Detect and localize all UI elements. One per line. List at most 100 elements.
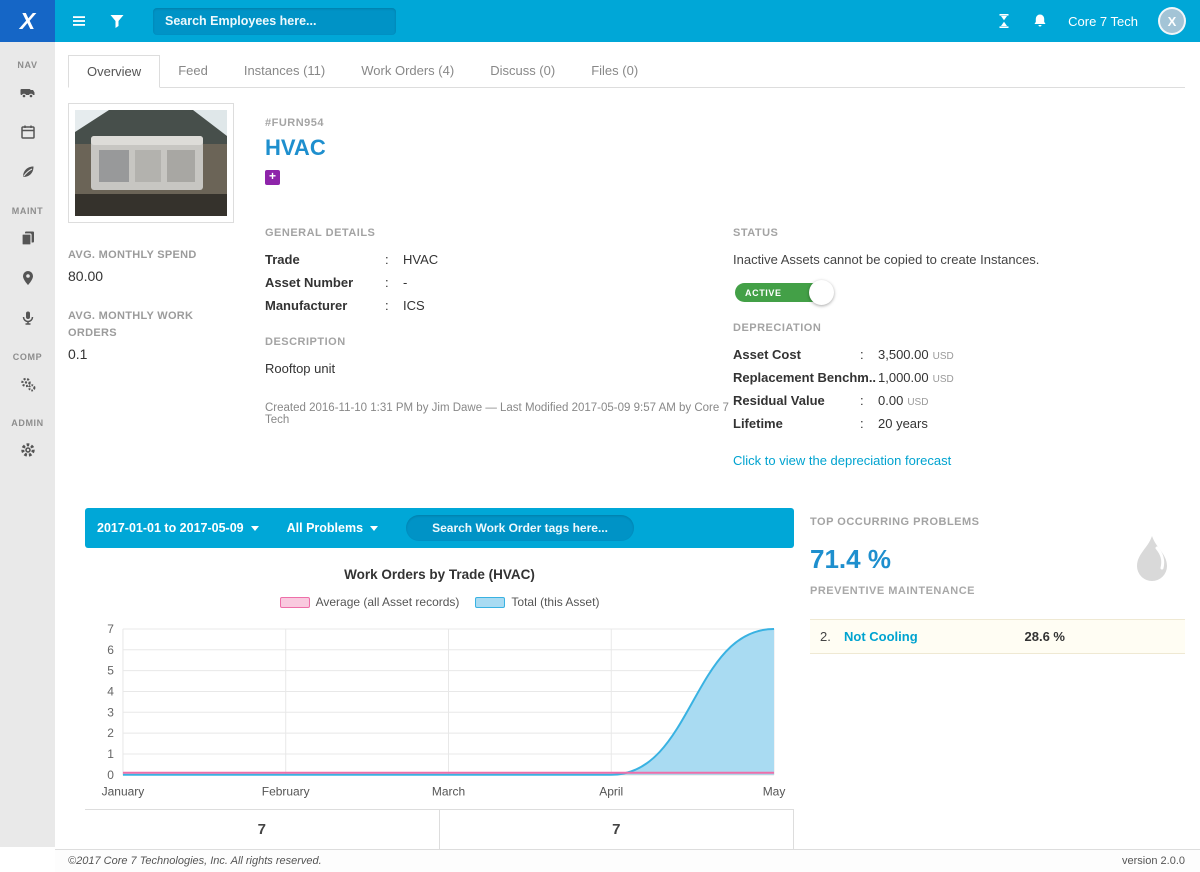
work-orders-area-chart: 0 1 2 3 4 5 6 7 January February March April May [85, 615, 794, 803]
main-content: Overview Feed Instances (11) Work Orders… [55, 42, 1200, 872]
chart-title: Work Orders by Trade (HVAC) [344, 567, 535, 582]
vehicle-icon[interactable] [0, 72, 55, 112]
svg-text:March: March [432, 785, 465, 799]
tab-files[interactable]: Files (0) [573, 55, 656, 88]
depn-row-replacement: Replacement Benchm.. : 1,000.00 USD [733, 370, 954, 385]
depn-row-asset-cost: Asset Cost : 3,500.00 USD [733, 347, 954, 362]
tab-bar: Overview Feed Instances (11) Work Orders… [68, 55, 1185, 88]
app-logo[interactable]: X [0, 0, 55, 42]
stat-value: 0.1 [68, 346, 88, 363]
problem-link[interactable]: Not Cooling [844, 629, 918, 644]
chart-toolbar: 2017-01-01 to 2017-05-09 All Problems [85, 508, 794, 548]
account-name[interactable]: Core 7 Tech [1068, 14, 1138, 29]
created-modified-meta: Created 2016-11-10 1:31 PM by Jim Dawe —… [265, 402, 729, 426]
sidebar-section-admin: ADMIN [11, 418, 44, 428]
notifications-bell-icon[interactable] [1032, 13, 1048, 29]
copyright-text: ©2017 Core 7 Technologies, Inc. All righ… [68, 854, 322, 867]
footer: ©2017 Core 7 Technologies, Inc. All righ… [55, 848, 1200, 872]
hamburger-menu-icon[interactable] [71, 13, 87, 29]
asset-info-section: AVG. MONTHLY SPEND 80.00 AVG. MONTHLY WO… [55, 88, 1200, 470]
topbar: X Core 7 Tech X [0, 0, 1200, 42]
depreciation-heading: DEPRECIATION [733, 322, 822, 334]
asset-tag-icon[interactable] [0, 298, 55, 338]
work-order-tag-search-input[interactable] [406, 515, 635, 541]
detail-row-manufacturer: Manufacturer : ICS [265, 298, 425, 313]
toggle-label: ACTIVE [745, 287, 782, 298]
problem-rank: 2. [820, 629, 831, 644]
general-details-column: GENERAL DETAILS Trade : HVAC Asset Numbe… [265, 227, 733, 470]
topbar-right: Core 7 Tech X [996, 7, 1200, 35]
status-note: Inactive Assets cannot be copied to crea… [733, 252, 1040, 267]
stat-monthly-work-orders: AVG. MONTHLY WORK ORDERS 0.1 [68, 308, 238, 362]
top-problems-panel: TOP OCCURRING PROBLEMS 71.4 % PREVENTIVE… [810, 508, 1185, 654]
general-details-heading: GENERAL DETAILS [265, 227, 376, 239]
employee-search-input[interactable] [153, 7, 396, 35]
tab-instances[interactable]: Instances (11) [226, 55, 343, 88]
active-toggle[interactable]: ACTIVE [735, 280, 834, 305]
stat-value: 80.00 [68, 268, 104, 285]
chart-legend: Average (all Asset records) Total (this … [85, 595, 794, 609]
sidebar-section-maint: MAINT [11, 206, 44, 216]
settings-gear-icon[interactable] [0, 430, 55, 470]
svg-text:February: February [262, 785, 310, 799]
svg-text:0: 0 [107, 768, 114, 782]
copy-documents-icon[interactable] [0, 218, 55, 258]
stat-monthly-spend: AVG. MONTHLY SPEND 80.00 [68, 247, 238, 284]
top-problem-percent: 71.4 % [810, 544, 891, 574]
chevron-down-icon [250, 525, 259, 531]
top-problem-label: PREVENTIVE MAINTENANCE [810, 585, 976, 597]
asset-left-column: AVG. MONTHLY SPEND 80.00 AVG. MONTHLY WO… [68, 103, 265, 470]
stat-label: AVG. MONTHLY WORK ORDERS [68, 310, 194, 340]
legend-swatch-average [279, 596, 310, 608]
svg-text:1: 1 [107, 747, 114, 761]
status-heading: STATUS [733, 227, 779, 239]
calendar-icon[interactable] [0, 112, 55, 152]
sidebar-section-nav: NAV [17, 60, 38, 70]
description-heading: DESCRIPTION [265, 336, 346, 348]
toggle-knob [809, 280, 834, 305]
legend-swatch-total [475, 596, 506, 608]
hourglass-icon[interactable] [996, 13, 1012, 29]
problems-filter-dropdown[interactable]: All Problems [287, 521, 379, 535]
svg-text:6: 6 [107, 643, 114, 657]
filter-funnel-icon[interactable] [109, 13, 125, 29]
flame-icon [1133, 534, 1171, 591]
svg-text:April: April [599, 785, 623, 799]
asset-id: #FURN954 [265, 117, 325, 129]
depn-row-lifetime: Lifetime : 20 years [733, 416, 928, 431]
top-problems-heading: TOP OCCURRING PROBLEMS [810, 516, 980, 528]
svg-text:May: May [763, 785, 786, 799]
app-window: X Core 7 Tech X NAV [0, 0, 1200, 872]
legend-total: Total (this Asset) [475, 595, 599, 609]
sidebar-section-comp: COMP [12, 352, 43, 362]
version-text: version 2.0.0 [1122, 854, 1185, 867]
count-cell: 7 [257, 820, 266, 838]
sidebar: NAV MAINT COMP ADMIN [0, 42, 55, 847]
location-pin-icon[interactable] [0, 258, 55, 298]
components-gears-icon[interactable] [0, 364, 55, 404]
leaf-icon[interactable] [0, 152, 55, 192]
bottom-section: 2017-01-01 to 2017-05-09 All Problems Wo… [55, 508, 1200, 849]
tab-work-orders[interactable]: Work Orders (4) [343, 55, 472, 88]
svg-text:5: 5 [107, 664, 114, 678]
status-column: STATUS Inactive Assets cannot be copied … [733, 227, 1185, 470]
chevron-down-icon [370, 525, 379, 531]
stat-label: AVG. MONTHLY SPEND [68, 249, 197, 261]
add-tag-button[interactable]: + [265, 170, 280, 185]
page-title: HVAC [265, 135, 326, 160]
depreciation-forecast-link[interactable]: Click to view the depreciation forecast [733, 453, 951, 468]
user-avatar[interactable]: X [1158, 7, 1186, 35]
date-range-dropdown[interactable]: 2017-01-01 to 2017-05-09 [97, 521, 259, 535]
tab-discuss[interactable]: Discuss (0) [472, 55, 573, 88]
problem-percent: 28.6 % [1024, 629, 1065, 644]
detail-row-asset-number: Asset Number : - [265, 275, 408, 290]
asset-photo[interactable] [68, 103, 234, 223]
svg-text:January: January [102, 785, 145, 799]
tab-overview[interactable]: Overview [68, 55, 161, 88]
svg-text:7: 7 [107, 622, 114, 636]
work-orders-chart-panel: 2017-01-01 to 2017-05-09 All Problems Wo… [85, 508, 794, 849]
svg-text:3: 3 [107, 705, 114, 719]
count-cell: 7 [438, 809, 794, 849]
tab-feed[interactable]: Feed [160, 55, 226, 88]
legend-average: Average (all Asset records) [279, 595, 459, 609]
